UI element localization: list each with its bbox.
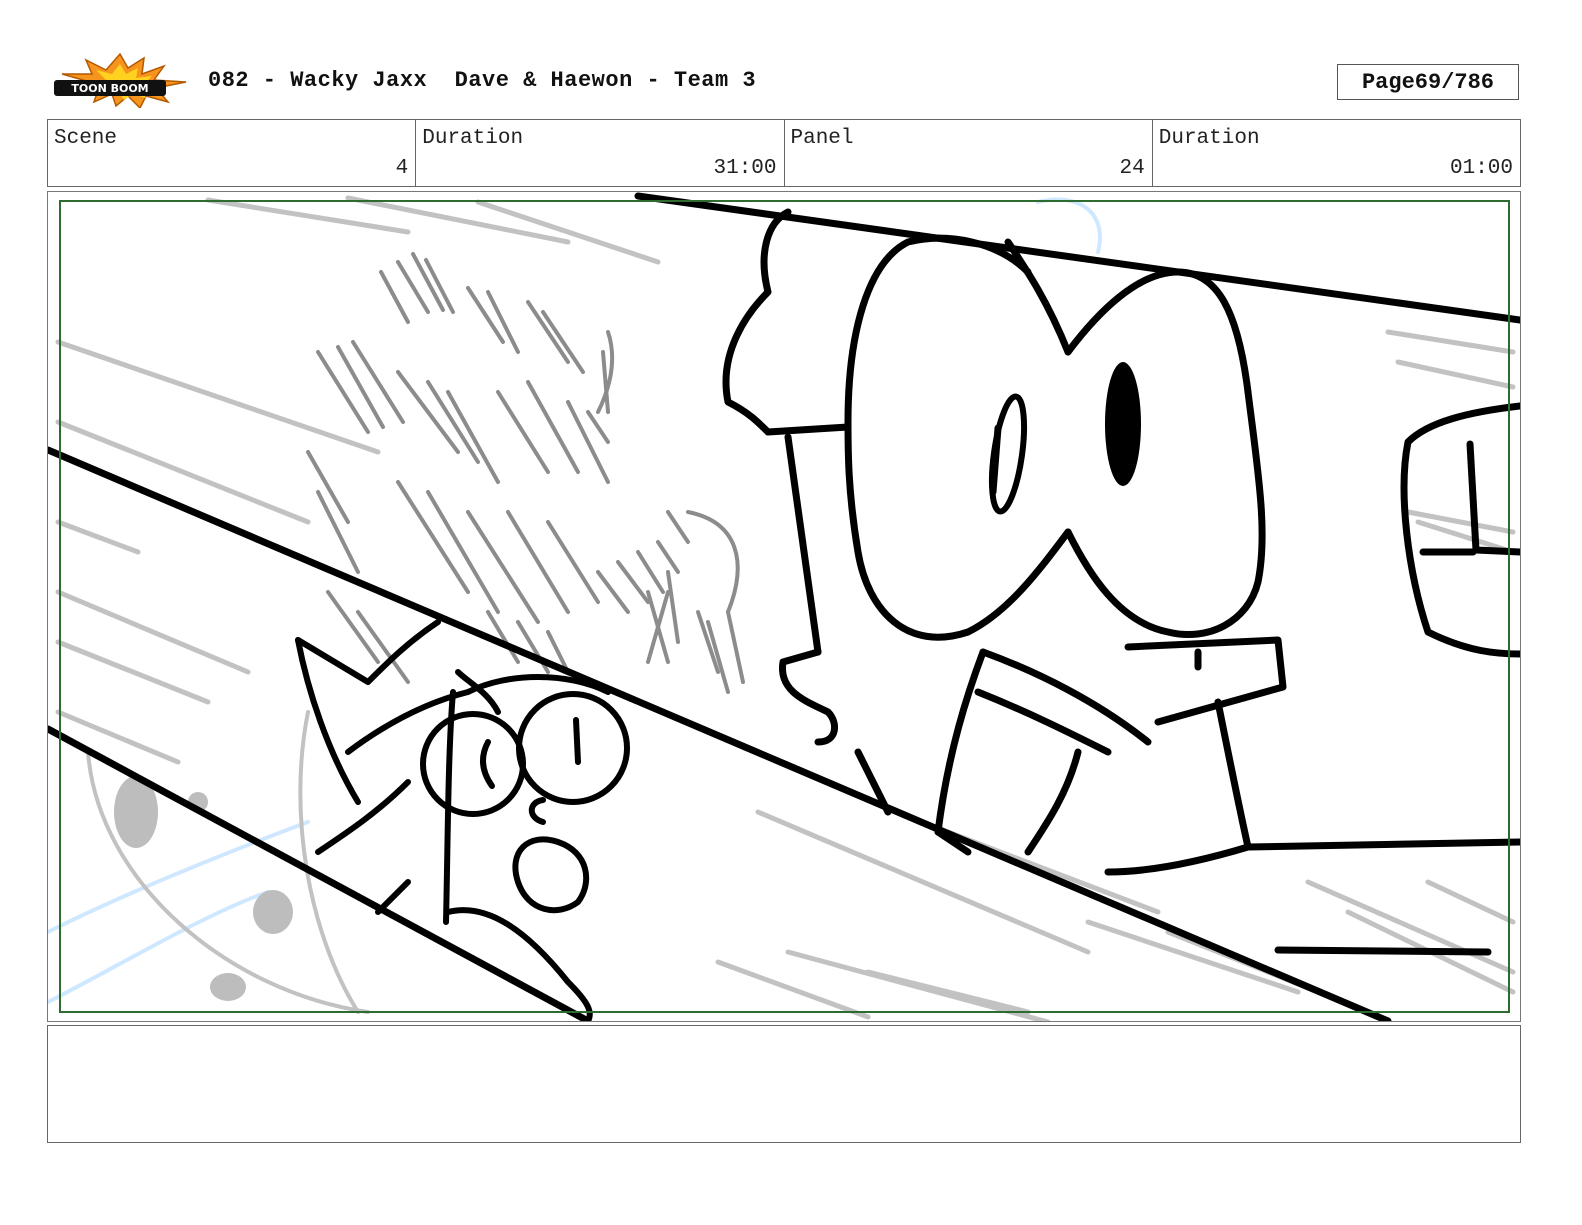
hatching-scribble [306,252,745,694]
logo-text: TOON BOOM [71,82,148,95]
scene-duration-value: 31:00 [713,157,777,180]
scene-duration-label: Duration [422,127,524,150]
panel-duration-cell: Duration 01:00 [1153,120,1520,186]
panel-sketch [48,192,1520,1021]
small-character [295,619,630,1021]
large-character [722,208,1520,876]
panel-duration-label: Duration [1158,127,1260,150]
blue-construction-lines [48,197,1102,1004]
right-box [1274,402,1520,956]
page-value: 69/786 [1414,69,1495,95]
page-label: Page [1361,69,1415,95]
panel-value: 24 [1119,157,1145,180]
toon-boom-logo: TOON BOOM [54,52,187,108]
panel-cell: Panel 24 [785,120,1153,186]
scene-value: 4 [395,157,409,180]
panel-label: Panel [790,127,854,150]
scene-info-table: Scene 4 Duration 31:00 Panel 24 Duration… [47,119,1521,187]
grey-wheel [86,710,370,1014]
scene-duration-cell: Duration 31:00 [416,120,785,186]
scene-label: Scene [54,127,118,150]
document-title: 082 - Wacky Jaxx Dave & Haewon - Team 3 [208,68,757,93]
scene-cell: Scene 4 [48,120,417,186]
storyboard-panel [47,191,1521,1022]
page-counter: Page 69/786 [1337,64,1519,100]
panel-notes-box [47,1025,1521,1143]
panel-duration-value: 01:00 [1449,157,1513,180]
